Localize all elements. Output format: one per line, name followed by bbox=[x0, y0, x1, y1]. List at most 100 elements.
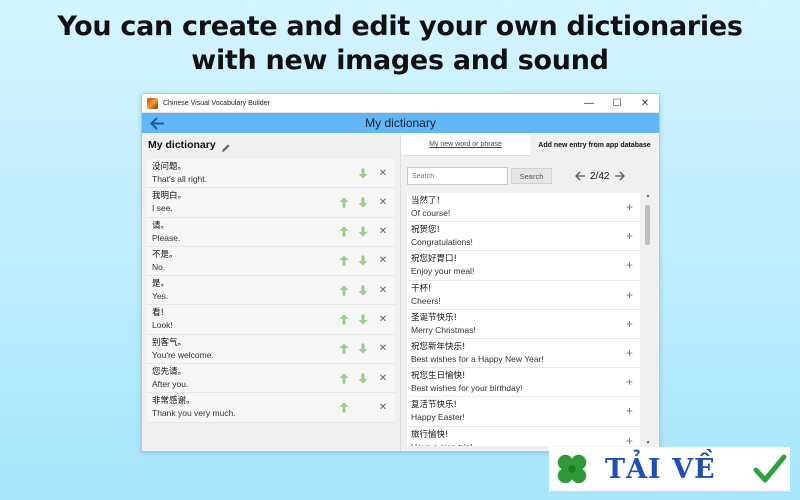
move-up-button[interactable] bbox=[338, 343, 350, 355]
add-entry-button[interactable]: + bbox=[626, 405, 633, 417]
move-up-button[interactable] bbox=[338, 226, 350, 238]
dictionary-entry[interactable]: 没问题。 That's all right. ✕ bbox=[147, 159, 395, 189]
scrollbar-thumb[interactable] bbox=[645, 205, 650, 245]
database-item[interactable]: 旅行愉快!Have a nice trip!+ bbox=[407, 426, 640, 447]
headline: You can create and edit your own diction… bbox=[0, 10, 800, 78]
headline-line-1: You can create and edit your own diction… bbox=[57, 11, 743, 42]
pencil-icon[interactable] bbox=[221, 140, 231, 152]
dictionary-header: My dictionary bbox=[142, 134, 400, 156]
move-down-button[interactable] bbox=[357, 313, 369, 325]
entry-english: Thank you very much. bbox=[152, 408, 236, 419]
dictionary-entry[interactable]: 请。 Please. ✕ bbox=[147, 217, 395, 247]
search-row: Search 2/42 bbox=[407, 167, 651, 185]
dictionary-entry[interactable]: 是。 Yes. ✕ bbox=[147, 276, 395, 306]
move-down-button[interactable] bbox=[357, 284, 369, 296]
badge-text: TẢI VỀ bbox=[605, 453, 716, 485]
move-up-button[interactable] bbox=[338, 196, 350, 208]
pager: 2/42 bbox=[574, 170, 625, 182]
window-title: Chinese Visual Vocabulary Builder bbox=[163, 99, 270, 107]
delete-entry-button[interactable]: ✕ bbox=[377, 226, 389, 238]
arrow-down-icon bbox=[358, 285, 368, 296]
tab-new-word[interactable]: My new word or phrase bbox=[401, 134, 530, 156]
item-english: Merry Christmas! bbox=[411, 324, 476, 335]
clover-icon bbox=[557, 454, 587, 484]
scroll-down-icon[interactable]: ▼ bbox=[645, 440, 651, 446]
item-chinese: 圣诞节快乐! bbox=[411, 312, 457, 323]
scrollbar[interactable]: ▲ ▼ bbox=[644, 193, 651, 446]
arrow-up-icon bbox=[339, 197, 349, 208]
move-up-button[interactable] bbox=[338, 401, 350, 413]
database-item[interactable]: 圣诞节快乐! Merry Christmas! + bbox=[407, 309, 640, 339]
minimize-button[interactable]: — bbox=[575, 94, 603, 113]
arrow-left-icon bbox=[149, 116, 164, 130]
add-entry-button[interactable]: + bbox=[626, 435, 633, 447]
move-down-button[interactable] bbox=[357, 196, 369, 208]
add-entry-button[interactable]: + bbox=[626, 259, 633, 271]
item-chinese: 干杯! bbox=[411, 283, 432, 294]
arrow-right-icon bbox=[614, 171, 625, 181]
close-button[interactable]: ✕ bbox=[631, 94, 659, 113]
move-down-button[interactable] bbox=[357, 255, 369, 267]
item-chinese: 祝您好胃口! bbox=[411, 254, 457, 265]
tab-add-from-database[interactable]: Add new entry from app database bbox=[530, 134, 659, 156]
search-input[interactable] bbox=[407, 167, 508, 185]
database-item[interactable]: 祝您新年快乐! Best wishes for a Happy New Year!… bbox=[407, 338, 640, 369]
move-up-button[interactable] bbox=[338, 313, 350, 325]
add-entry-button[interactable]: + bbox=[626, 347, 633, 359]
dictionary-entry[interactable]: 不是。 No. ✕ bbox=[147, 246, 395, 277]
arrow-up-icon bbox=[339, 226, 349, 237]
move-up-button[interactable] bbox=[338, 372, 350, 384]
arrow-up-icon bbox=[339, 314, 349, 325]
arrow-up-icon bbox=[339, 343, 349, 354]
back-button[interactable] bbox=[148, 114, 166, 132]
search-button[interactable]: Search bbox=[511, 168, 552, 184]
app-bar: My dictionary bbox=[142, 113, 659, 133]
dictionary-entry[interactable]: 我明白。 I see. ✕ bbox=[147, 188, 395, 218]
database-item[interactable]: 干杯! Cheers! + bbox=[407, 280, 640, 310]
maximize-button[interactable]: ☐ bbox=[603, 94, 631, 113]
delete-entry-button[interactable]: ✕ bbox=[377, 343, 389, 355]
move-up-button[interactable] bbox=[338, 284, 350, 296]
add-entry-button[interactable]: + bbox=[626, 289, 633, 301]
arrow-down-icon bbox=[358, 255, 368, 266]
move-down-button[interactable] bbox=[357, 167, 369, 179]
add-entry-button[interactable]: + bbox=[626, 201, 633, 213]
arrow-left-icon bbox=[574, 171, 585, 181]
app-icon bbox=[147, 97, 158, 109]
dictionary-entries: 没问题。 That's all right. ✕ 我明白。 I see. ✕ 请。 Pleas… bbox=[147, 159, 395, 423]
dictionary-entry[interactable]: 您先请。 After you. ✕ bbox=[147, 364, 395, 394]
delete-entry-button[interactable]: ✕ bbox=[377, 255, 389, 267]
dictionary-entry[interactable]: 别客气。 You're welcome. ✕ bbox=[147, 334, 395, 365]
move-down-button[interactable] bbox=[357, 226, 369, 238]
arrow-up-icon bbox=[339, 402, 349, 413]
dictionary-entry[interactable]: 看! Look! ✕ bbox=[147, 305, 395, 335]
add-entry-button[interactable]: + bbox=[626, 376, 633, 388]
database-item[interactable]: 祝您生日愉快! Best wishes for your birthday! + bbox=[407, 368, 640, 398]
database-item[interactable]: 祝您好胃口! Enjoy your meal! + bbox=[407, 251, 640, 281]
delete-entry-button[interactable]: ✕ bbox=[377, 313, 389, 325]
next-page-button[interactable] bbox=[613, 170, 625, 182]
delete-entry-button[interactable]: ✕ bbox=[377, 401, 389, 413]
add-entry-button[interactable]: + bbox=[626, 318, 633, 330]
move-down-button[interactable] bbox=[357, 343, 369, 355]
delete-entry-button[interactable]: ✕ bbox=[377, 167, 389, 179]
move-up-button[interactable] bbox=[338, 255, 350, 267]
delete-entry-button[interactable]: ✕ bbox=[377, 372, 389, 384]
previous-page-button[interactable] bbox=[574, 170, 586, 182]
add-entry-button[interactable]: + bbox=[626, 230, 633, 242]
dictionary-entry[interactable]: 非常感谢。 Thank you very much. ✕ bbox=[147, 393, 395, 423]
arrow-down-icon bbox=[358, 197, 368, 208]
title-bar: Chinese Visual Vocabulary Builder — ☐ ✕ bbox=[142, 94, 659, 113]
download-badge[interactable]: TẢI VỀ bbox=[549, 447, 790, 491]
move-down-button[interactable] bbox=[357, 372, 369, 384]
delete-entry-button[interactable]: ✕ bbox=[377, 284, 389, 296]
delete-entry-button[interactable]: ✕ bbox=[377, 196, 389, 208]
item-english: Happy Easter! bbox=[411, 412, 465, 423]
database-item[interactable]: 复活节快乐! Happy Easter! + bbox=[407, 397, 640, 427]
item-chinese: 祝您生日愉快! bbox=[411, 371, 466, 382]
scroll-up-icon[interactable]: ▲ bbox=[645, 193, 651, 199]
item-english: Enjoy your meal! bbox=[411, 266, 475, 277]
dictionary-title: My dictionary bbox=[148, 139, 216, 151]
database-item[interactable]: 当然了! Of course! + bbox=[407, 193, 640, 223]
database-item[interactable]: 祝贺您! Congratulations! + bbox=[407, 222, 640, 252]
